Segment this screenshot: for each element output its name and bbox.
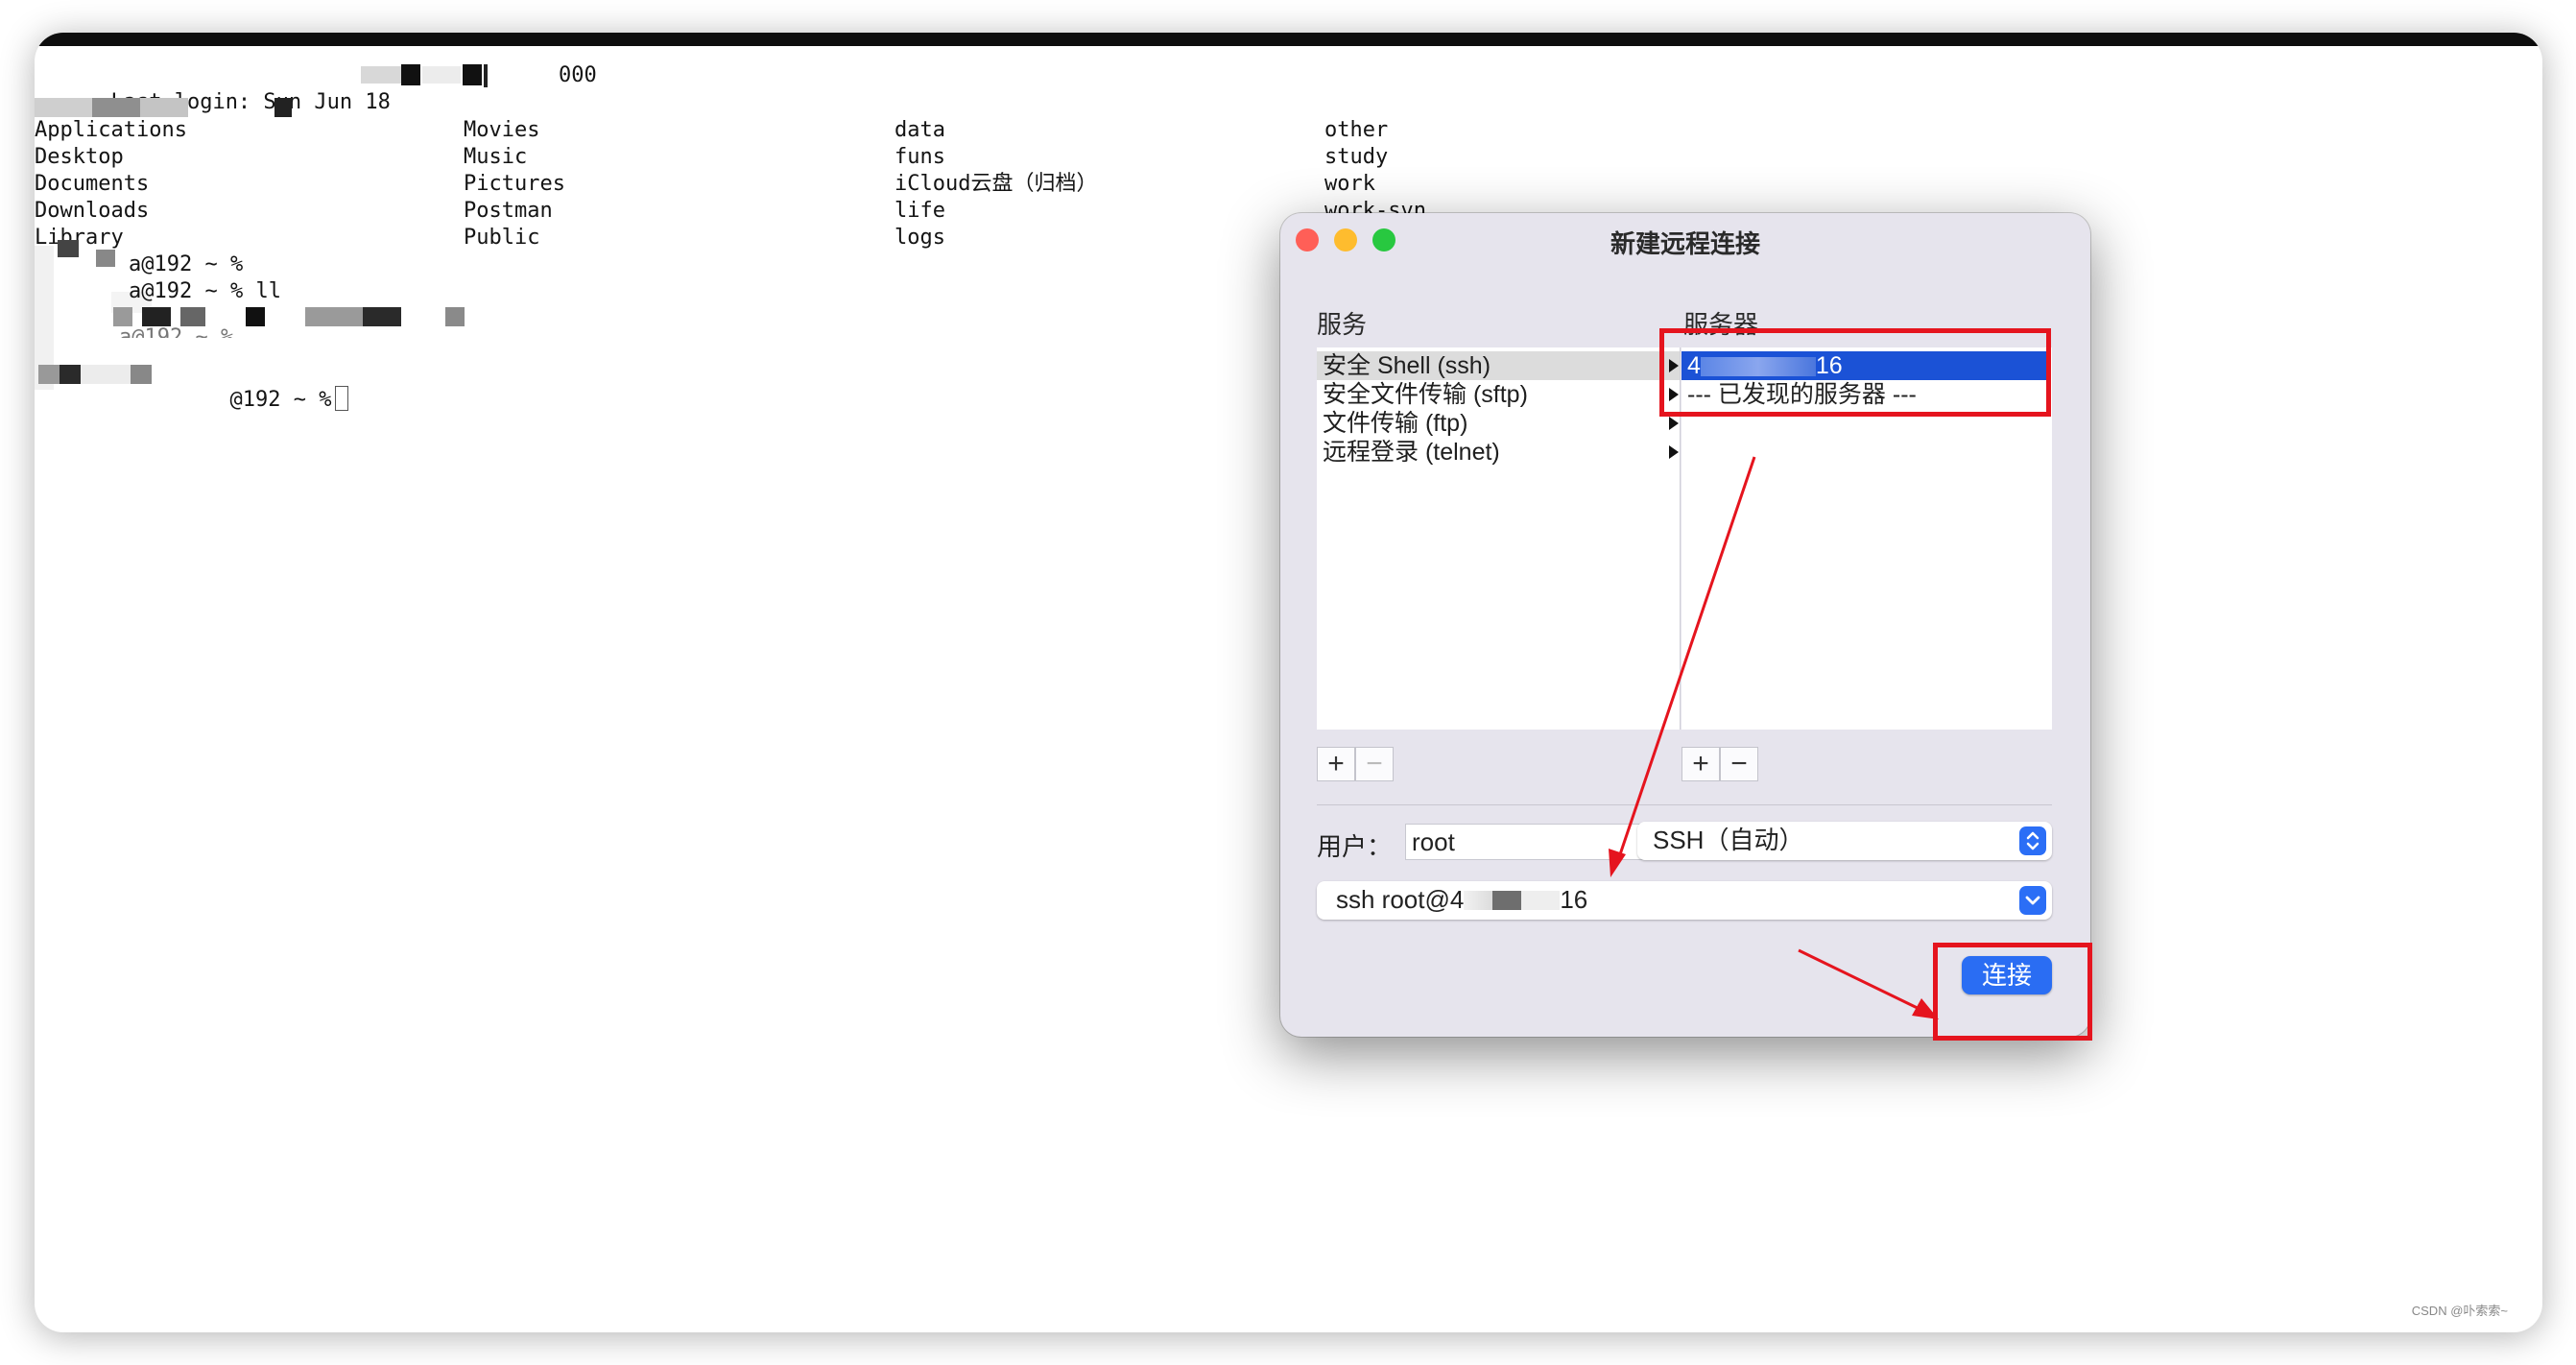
annotation-arrow-line [1614,456,1756,867]
annotation-arrows [1609,456,1939,1019]
arrow-head-icon [1912,998,1939,1019]
arrow-head-icon [1609,849,1626,877]
annotation-arrow-line [1798,948,1930,1016]
